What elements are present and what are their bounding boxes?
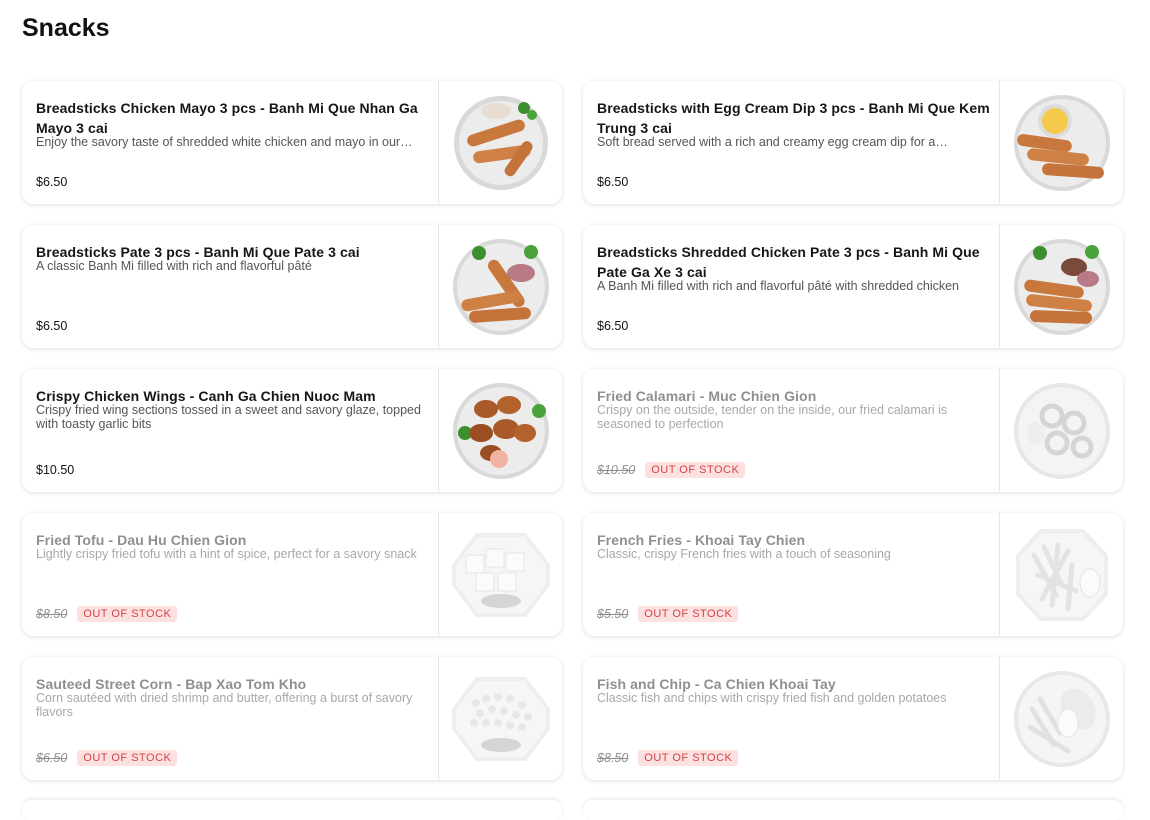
- item-name: Breadsticks Shredded Chicken Pate 3 pcs …: [597, 244, 980, 280]
- item-info: Sauteed Street Corn - Bap Xao Tom Kho Co…: [22, 657, 439, 780]
- item-price: $6.50: [597, 319, 629, 333]
- item-image: [439, 225, 562, 348]
- item-image: [1000, 225, 1123, 348]
- out-of-stock-badge: OUT OF STOCK: [77, 750, 178, 766]
- price-row: $6.50: [36, 173, 67, 191]
- item-image: [1000, 81, 1123, 204]
- item-price: $5.50: [597, 607, 629, 621]
- item-price: $10.50: [597, 463, 636, 477]
- french-fries-image: [1015, 528, 1108, 621]
- menu-item-card[interactable]: Breadsticks Chicken Mayo 3 pcs - Banh Mi…: [22, 81, 562, 204]
- menu-item-card[interactable]: Breadsticks with Egg Cream Dip 3 pcs - B…: [583, 81, 1123, 204]
- item-image: [1000, 513, 1123, 636]
- item-info: Breadsticks Chicken Mayo 3 pcs - Banh Mi…: [22, 81, 439, 204]
- item-description: A classic Banh Mi filled with rich and f…: [36, 259, 312, 273]
- item-image: [439, 657, 562, 780]
- item-price: $8.50: [597, 751, 629, 765]
- item-price: $10.50: [36, 463, 75, 477]
- item-description: Classic fish and chips with crispy fried…: [597, 691, 947, 705]
- out-of-stock-badge: OUT OF STOCK: [645, 462, 746, 478]
- item-price: $6.50: [597, 175, 629, 189]
- item-image: [439, 513, 562, 636]
- item-price: $6.50: [36, 175, 68, 189]
- price-row: $8.50 OUT OF STOCK: [597, 749, 739, 767]
- snacks-menu-page: Snacks Breadsticks Chicken Mayo 3 pcs - …: [0, 0, 1150, 820]
- menu-item-card[interactable]: Sauteed Street Corn - Bap Xao Tom Kho Co…: [22, 657, 562, 780]
- item-description: Crispy fried wing sections tossed in a s…: [36, 403, 421, 431]
- item-info: Breadsticks Shredded Chicken Pate 3 pcs …: [583, 225, 1000, 348]
- item-image: [439, 369, 562, 492]
- price-row: $6.50 OUT OF STOCK: [36, 749, 178, 767]
- price-row: $6.50: [597, 317, 628, 335]
- fried-calamari-image: [1013, 382, 1110, 479]
- item-name: Breadsticks Chicken Mayo 3 pcs - Banh Mi…: [36, 100, 418, 136]
- menu-item-card-partial[interactable]: [583, 800, 1123, 820]
- item-price: $8.50: [36, 607, 68, 621]
- price-row: $10.50: [36, 461, 74, 479]
- item-info: Breadsticks with Egg Cream Dip 3 pcs - B…: [583, 81, 1000, 204]
- item-image: [1000, 657, 1123, 780]
- menu-item-card[interactable]: Breadsticks Shredded Chicken Pate 3 pcs …: [583, 225, 1123, 348]
- menu-item-card[interactable]: Fried Calamari - Muc Chien Gion Crispy o…: [583, 369, 1123, 492]
- chicken-wings-image: [452, 382, 549, 479]
- item-name: Breadsticks with Egg Cream Dip 3 pcs - B…: [597, 100, 990, 136]
- item-price: $6.50: [36, 319, 68, 333]
- item-description: Crispy on the outside, tender on the ins…: [597, 403, 948, 431]
- menu-item-card[interactable]: Fish and Chip - Ca Chien Khoai Tay Class…: [583, 657, 1123, 780]
- item-info: Fried Calamari - Muc Chien Gion Crispy o…: [583, 369, 1000, 492]
- item-description: Enjoy the savory taste of shredded white…: [36, 135, 413, 149]
- menu-item-card[interactable]: Crispy Chicken Wings - Canh Ga Chien Nuo…: [22, 369, 562, 492]
- fish-and-chips-image: [1013, 670, 1110, 767]
- item-info: Fish and Chip - Ca Chien Khoai Tay Class…: [583, 657, 1000, 780]
- menu-item-card[interactable]: Breadsticks Pate 3 pcs - Banh Mi Que Pat…: [22, 225, 562, 348]
- item-description: Classic, crispy French fries with a touc…: [597, 547, 891, 561]
- item-info: Breadsticks Pate 3 pcs - Banh Mi Que Pat…: [22, 225, 439, 348]
- menu-item-card[interactable]: Fried Tofu - Dau Hu Chien Gion Lightly c…: [22, 513, 562, 636]
- fried-tofu-image: [451, 532, 550, 617]
- menu-item-card-partial[interactable]: [22, 800, 562, 820]
- menu-item-card[interactable]: French Fries - Khoai Tay Chien Classic, …: [583, 513, 1123, 636]
- item-image: [439, 81, 562, 204]
- item-info: Fried Tofu - Dau Hu Chien Gion Lightly c…: [22, 513, 439, 636]
- price-row: $5.50 OUT OF STOCK: [597, 605, 739, 623]
- breadsticks-mayo-image: [453, 95, 548, 190]
- item-description: A Banh Mi filled with rich and flavorful…: [597, 279, 959, 293]
- breadsticks-chicken-pate-image: [1013, 238, 1110, 335]
- item-info: Crispy Chicken Wings - Canh Ga Chien Nuo…: [22, 369, 439, 492]
- price-row: $10.50 OUT OF STOCK: [597, 461, 746, 479]
- item-description: Soft bread served with a rich and creamy…: [597, 135, 948, 149]
- item-price: $6.50: [36, 751, 68, 765]
- breadsticks-pate-image: [452, 238, 549, 335]
- price-row: $6.50: [36, 317, 67, 335]
- breadsticks-egg-cream-image: [1013, 94, 1110, 191]
- item-image: [1000, 369, 1123, 492]
- item-description: Lightly crispy fried tofu with a hint of…: [36, 547, 417, 561]
- price-row: $8.50 OUT OF STOCK: [36, 605, 178, 623]
- out-of-stock-badge: OUT OF STOCK: [77, 606, 178, 622]
- street-corn-image: [451, 676, 550, 761]
- out-of-stock-badge: OUT OF STOCK: [638, 750, 739, 766]
- section-title: Snacks: [22, 14, 110, 42]
- price-row: $6.50: [597, 173, 628, 191]
- item-description: Corn sautéed with dried shrimp and butte…: [36, 691, 413, 719]
- item-info: French Fries - Khoai Tay Chien Classic, …: [583, 513, 1000, 636]
- out-of-stock-badge: OUT OF STOCK: [638, 606, 739, 622]
